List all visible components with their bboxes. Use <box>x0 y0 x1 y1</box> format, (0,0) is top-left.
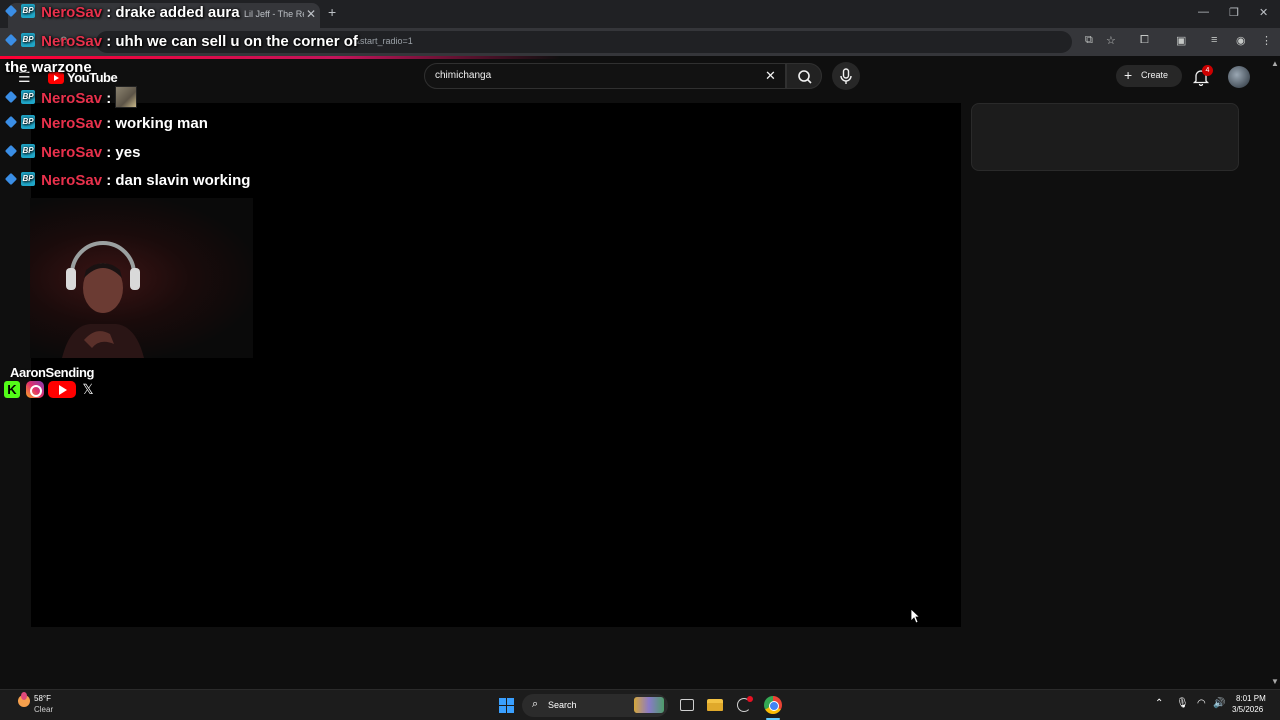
badge-gem-icon <box>4 172 18 186</box>
sidebar-card-placeholder <box>971 103 1239 171</box>
streamer-silhouette <box>62 241 144 358</box>
webcam-overlay <box>30 198 253 358</box>
volume-icon[interactable]: 🔊 <box>1213 698 1225 709</box>
microphone-icon <box>840 68 852 84</box>
taskbar-search-label: Search <box>548 700 577 710</box>
scroll-down-arrow-icon[interactable]: ▼ <box>1271 677 1279 686</box>
page-scrollbar[interactable] <box>1270 59 1280 689</box>
browser-tab-active[interactable]: Lil Jeff - The Rea ✕ <box>8 3 320 28</box>
search-icon <box>798 70 812 84</box>
address-url: &start_radio=1 <box>354 36 413 46</box>
scroll-up-arrow-icon[interactable]: ▲ <box>1271 59 1279 68</box>
file-explorer-icon[interactable] <box>706 696 724 714</box>
bookmark-star-icon[interactable]: ☆ <box>1106 34 1116 47</box>
task-view-icon[interactable] <box>678 696 696 714</box>
tab-search-icon[interactable]: ▣ <box>1176 34 1186 47</box>
create-button[interactable]: + Create <box>1116 65 1182 87</box>
clear-search-icon[interactable]: ✕ <box>765 68 776 84</box>
youtube-logo[interactable]: YouTube <box>48 70 118 86</box>
badge-gem-icon <box>4 144 18 158</box>
search-input[interactable]: chimichanga ✕ <box>424 63 786 89</box>
create-label: Create <box>1141 70 1169 80</box>
social-links: K 𝕏 <box>4 381 100 398</box>
weather-temperature[interactable]: 58°F <box>34 694 51 703</box>
weather-icon[interactable] <box>18 692 30 707</box>
wifi-icon[interactable]: ◠ <box>1197 698 1206 709</box>
plus-icon: + <box>1124 67 1133 83</box>
youtube-play-icon <box>48 72 64 84</box>
chrome-icon[interactable] <box>764 696 782 714</box>
search-icon: ⌕ <box>532 698 539 710</box>
minimize-button[interactable]: — <box>1198 6 1209 18</box>
voice-search-button[interactable] <box>832 62 860 90</box>
taskbar-search[interactable]: ⌕ Search <box>522 694 668 717</box>
show-hidden-icons-chevron-icon[interactable]: ⌃ <box>1155 698 1163 709</box>
menu-icon[interactable]: ☰ <box>18 69 31 86</box>
youtube-logo-text: YouTube <box>67 70 118 85</box>
streamer-name: AaronSending <box>10 365 95 380</box>
account-avatar[interactable] <box>1228 66 1250 88</box>
x-twitter-icon: 𝕏 <box>82 381 94 397</box>
screen: Lil Jeff - The Rea ✕ + — ❐ ✕ ⟳ &start_ra… <box>0 0 1280 720</box>
badge-gem-icon <box>4 115 18 129</box>
weather-condition[interactable]: Clear <box>34 705 53 714</box>
start-logo-tile <box>507 698 514 705</box>
profile-icon[interactable]: ◉ <box>1236 34 1246 47</box>
install-app-icon[interactable]: ⧉ <box>1085 34 1093 47</box>
start-button[interactable] <box>499 698 515 714</box>
search-query: chimichanga <box>435 70 492 81</box>
instagram-icon <box>26 381 44 398</box>
address-bar[interactable]: &start_radio=1 <box>96 31 1072 53</box>
search-highlight-image <box>634 697 664 713</box>
clock-time[interactable]: 8:01 PM <box>1236 694 1266 703</box>
windows-taskbar: 58°F Clear ⌕ Search ⌃ 🎙 ◠ 🔊 8:01 PM 3/5/… <box>0 689 1280 720</box>
maximize-button[interactable]: ❐ <box>1229 6 1239 19</box>
media-controls-icon[interactable]: ≡ <box>1211 34 1217 46</box>
close-window-button[interactable]: ✕ <box>1259 6 1268 19</box>
youtube-header: ☰ YouTube chimichanga ✕ + Create 4 <box>0 59 1280 103</box>
tab-title: Lil Jeff - The Rea <box>244 9 304 19</box>
new-tab-button[interactable]: + <box>328 4 336 20</box>
search-button[interactable] <box>786 63 822 89</box>
tab-close-icon[interactable]: ✕ <box>306 7 316 21</box>
chrome-menu-icon[interactable]: ⋮ <box>1261 34 1272 47</box>
clock-date[interactable]: 3/5/2026 <box>1232 705 1263 714</box>
start-logo-tile <box>507 706 514 713</box>
reload-icon[interactable]: ⟳ <box>60 34 69 47</box>
app-with-notification-icon[interactable] <box>735 696 753 714</box>
youtube-icon <box>48 381 76 398</box>
video-player[interactable] <box>31 103 961 627</box>
notification-count-badge: 4 <box>1202 65 1213 76</box>
extensions-icon[interactable]: ⧠ <box>1140 34 1149 47</box>
start-logo-tile <box>499 706 506 713</box>
start-logo-tile <box>499 698 506 705</box>
browser-toolbar: ⟳ &start_radio=1 ⧉ ☆ ⧠ ▣ ≡ ◉ ⋮ <box>0 28 1280 56</box>
microphone-tray-icon[interactable]: 🎙 <box>1176 698 1189 709</box>
kick-icon: K <box>4 381 20 398</box>
browser-tabstrip: Lil Jeff - The Rea ✕ + — ❐ ✕ <box>0 0 1280 28</box>
mouse-cursor-icon <box>910 608 920 624</box>
